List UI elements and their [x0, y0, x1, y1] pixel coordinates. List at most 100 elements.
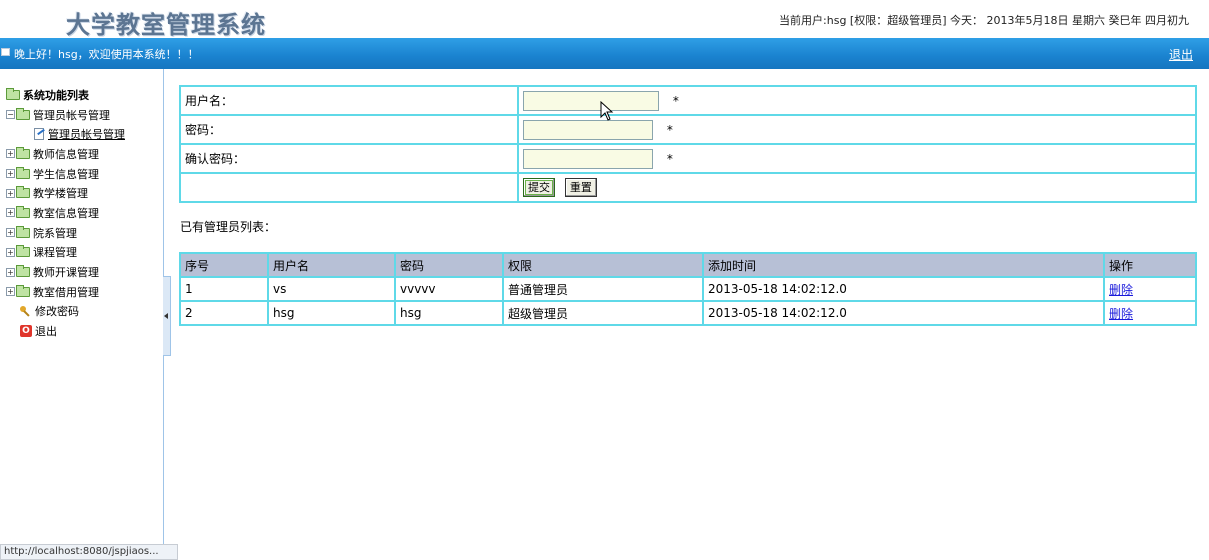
flag-icon — [1, 48, 10, 56]
folder-icon — [16, 225, 30, 238]
sidebar-item-label: 课程管理 — [33, 246, 77, 260]
sidebar-item-building[interactable]: + 教学楼管理 — [6, 183, 125, 203]
tree-root[interactable]: 系统功能列表 — [6, 85, 125, 105]
folder-icon — [16, 205, 30, 218]
required-mark: * — [666, 151, 673, 166]
expand-icon: + — [6, 169, 15, 179]
cell-role: 普通管理员 — [502, 276, 704, 302]
admin-table: 序号 用户名 密码 权限 添加时间 操作 1 vs vvvvv 普通管理员 20… — [179, 252, 1197, 326]
folder-icon — [16, 265, 30, 278]
cell-index: 2 — [179, 300, 269, 326]
sidebar-item-admin-account-manage[interactable]: 管理员帐号管理 — [6, 124, 125, 144]
column-header: 添加时间 — [702, 252, 1105, 278]
empty-cell — [179, 172, 519, 203]
collapse-arrow-icon — [164, 313, 168, 319]
submit-button[interactable]: 提交 — [523, 178, 555, 197]
actions-cell: 提交 重置 — [517, 172, 1197, 203]
top-header: 大学教室管理系统 当前用户:hsg [权限：超级管理员] 今天： 2013年5月… — [0, 0, 1209, 39]
sidebar-item-change-password[interactable]: 修改密码 — [6, 302, 125, 322]
confirm-password-cell: * — [517, 143, 1197, 174]
sidebar-item-label: 院系管理 — [33, 226, 77, 240]
sidebar-item-exit[interactable]: O 退出 — [6, 321, 125, 341]
form-row-confirm: 确认密码： * — [179, 143, 1197, 174]
logout-link[interactable]: 退出 — [1169, 46, 1193, 63]
cell-action: 删除 — [1103, 276, 1197, 302]
username-label: 用户名： — [179, 85, 519, 116]
confirm-password-input[interactable] — [523, 148, 653, 169]
sidebar-collapse-handle[interactable] — [163, 276, 171, 356]
sidebar-item-label: 教师信息管理 — [33, 147, 99, 161]
sidebar-item-classroom-info[interactable]: + 教室信息管理 — [6, 203, 125, 223]
sidebar-item-label: 管理员帐号管理 — [48, 128, 125, 142]
collapse-icon: − — [6, 110, 15, 120]
admin-form: 用户名： * 密码： * 确认密码： * 提交 重置 — [179, 85, 1197, 203]
username-input[interactable] — [523, 90, 659, 111]
expand-icon: + — [6, 287, 15, 297]
folder-icon — [16, 166, 30, 179]
admin-list-title: 已有管理员列表： — [180, 220, 277, 234]
password-input[interactable] — [523, 119, 653, 140]
sidebar-item-label: 退出 — [35, 325, 57, 339]
sidebar-item-department[interactable]: + 院系管理 — [6, 223, 125, 243]
cell-password: vvvvv — [394, 276, 504, 302]
cell-username: hsg — [267, 300, 396, 326]
cell-index: 1 — [179, 276, 269, 302]
form-row-actions: 提交 重置 — [179, 172, 1197, 203]
key-icon — [20, 305, 31, 317]
sidebar-item-label: 教学楼管理 — [33, 187, 88, 201]
reset-button[interactable]: 重置 — [564, 178, 597, 197]
cell-role: 超级管理员 — [502, 300, 704, 326]
sidebar-item-label: 教师开课管理 — [33, 266, 99, 280]
sidebar-item-admin-account[interactable]: − 管理员帐号管理 — [6, 105, 125, 125]
form-row-password: 密码： * — [179, 114, 1197, 145]
password-label: 密码： — [179, 114, 519, 145]
expand-icon: + — [6, 188, 15, 198]
folder-open-icon — [6, 87, 20, 100]
cell-username: vs — [267, 276, 396, 302]
cell-added-time: 2013-05-18 14:02:12.0 — [702, 276, 1105, 302]
table-row: 1 vs vvvvv 普通管理员 2013-05-18 14:02:12.0 删… — [179, 276, 1197, 302]
sidebar-item-teacher-course[interactable]: + 教师开课管理 — [6, 262, 125, 282]
sidebar-item-course[interactable]: + 课程管理 — [6, 243, 125, 263]
sidebar-item-label: 教室借用管理 — [33, 285, 99, 299]
tree-root-label: 系统功能列表 — [23, 88, 89, 102]
sidebar-item-label: 教室信息管理 — [33, 206, 99, 220]
user-info: 当前用户:hsg [权限：超级管理员] 今天： 2013年5月18日 星期六 癸… — [779, 14, 1189, 27]
column-header: 用户名 — [267, 252, 396, 278]
column-header: 权限 — [502, 252, 704, 278]
table-row: 2 hsg hsg 超级管理员 2013-05-18 14:02:12.0 删除 — [179, 300, 1197, 326]
column-header: 操作 — [1103, 252, 1197, 278]
sidebar-item-teacher-info[interactable]: + 教师信息管理 — [6, 144, 125, 164]
cell-action: 删除 — [1103, 300, 1197, 326]
expand-icon: + — [6, 267, 15, 277]
required-mark: * — [672, 93, 679, 108]
folder-open-icon — [16, 107, 30, 120]
sidebar-item-classroom-borrow[interactable]: + 教室借用管理 — [6, 282, 125, 302]
sidebar-item-label: 修改密码 — [35, 305, 79, 319]
column-header: 密码 — [394, 252, 504, 278]
greeting-text: 晚上好！hsg，欢迎使用本系统！！！ — [14, 48, 199, 61]
sidebar-item-label: 学生信息管理 — [33, 167, 99, 181]
nav-bar: 晚上好！hsg，欢迎使用本系统！！！ 退出 — [0, 38, 1209, 69]
sidebar-item-label: 管理员帐号管理 — [33, 108, 110, 122]
column-header: 序号 — [179, 252, 269, 278]
table-header-row: 序号 用户名 密码 权限 添加时间 操作 — [179, 252, 1197, 278]
delete-link[interactable]: 删除 — [1109, 283, 1133, 297]
sidebar-item-student-info[interactable]: + 学生信息管理 — [6, 164, 125, 184]
folder-icon — [16, 284, 30, 297]
expand-icon: + — [6, 208, 15, 218]
form-row-username: 用户名： * — [179, 85, 1197, 116]
username-cell: * — [517, 85, 1197, 116]
folder-icon — [16, 146, 30, 159]
cell-password: hsg — [394, 300, 504, 326]
expand-icon: + — [6, 247, 15, 257]
status-bar: http://localhost:8080/jspjiaos... — [0, 544, 178, 560]
function-tree: 系统功能列表 − 管理员帐号管理 管理员帐号管理 + 教师信息管理 + 学生信息… — [6, 85, 125, 341]
delete-link[interactable]: 删除 — [1109, 307, 1133, 321]
confirm-password-label: 确认密码： — [179, 143, 519, 174]
edit-doc-icon — [34, 128, 44, 141]
password-cell: * — [517, 114, 1197, 145]
expand-icon: + — [6, 149, 15, 159]
power-icon: O — [20, 325, 32, 338]
folder-icon — [16, 245, 30, 258]
